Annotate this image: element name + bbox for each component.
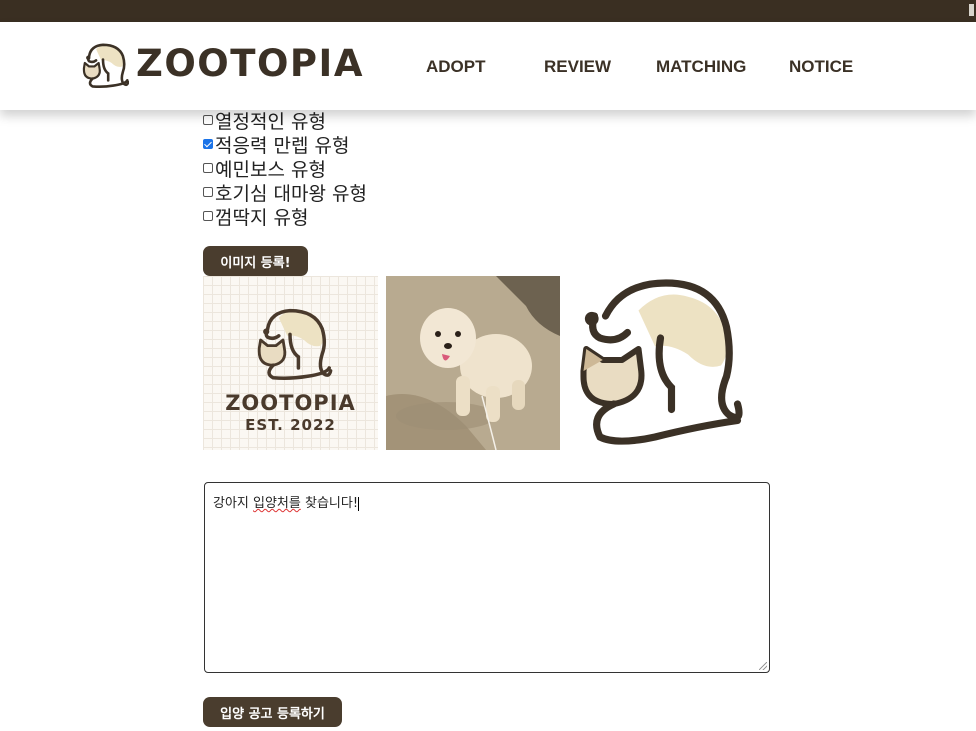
personality-checkbox-group: 열정적인 유형 적응력 만렙 유형 예민보스 유형 호기심 대마왕 유형 껌딱지… (203, 108, 367, 229)
dog-cat-logo-icon (580, 279, 743, 445)
option-curious[interactable]: 호기심 대마왕 유형 (203, 180, 367, 205)
option-label: 예민보스 유형 (215, 158, 326, 181)
description-textarea[interactable]: 강아지 입양처를 찾습니다! (204, 482, 770, 673)
dog-cat-logo-icon (82, 43, 129, 88)
option-passionate[interactable]: 열정적인 유형 (203, 108, 367, 133)
checkbox[interactable] (203, 211, 213, 221)
nav-matching[interactable]: MATCHING (656, 57, 746, 77)
option-label: 열정적인 유형 (215, 110, 326, 133)
thumbnail-logo-large (578, 272, 743, 448)
resize-grip-icon[interactable] (759, 662, 767, 670)
option-label: 호기심 대마왕 유형 (215, 182, 367, 205)
description-text-misspelled: 입양처를 (253, 496, 301, 511)
nav-review[interactable]: REVIEW (544, 57, 611, 77)
description-text-suffix: 찾습니다! (300, 496, 359, 511)
scrollbar-edge (969, 4, 974, 16)
site-header: ZOOTOPIA ADOPT REVIEW MATCHING NOTICE (0, 22, 976, 110)
nav-adopt[interactable]: ADOPT (426, 57, 486, 77)
dog-cat-logo-icon (257, 308, 333, 381)
option-sensitive[interactable]: 예민보스 유형 (203, 156, 367, 181)
option-label: 적응력 만렙 유형 (215, 134, 350, 157)
checkbox[interactable] (203, 163, 213, 173)
checkbox[interactable] (203, 115, 213, 125)
nav-notice[interactable]: NOTICE (789, 57, 853, 77)
upload-image-button[interactable]: 이미지 등록! (203, 246, 308, 276)
option-adaptable[interactable]: 적응력 만렙 유형 (203, 132, 367, 157)
submit-adoption-post-button[interactable]: 입양 공고 등록하기 (203, 697, 342, 727)
logo-card-subtitle: EST. 2022 (245, 416, 336, 434)
logo-text: ZOOTOPIA (136, 41, 364, 85)
checkbox[interactable] (203, 187, 213, 197)
logo[interactable]: ZOOTOPIA (77, 37, 364, 89)
dog-photo-image (386, 276, 560, 450)
thumbnail-logo-card: ZOOTOPIA EST. 2022 (203, 276, 378, 450)
description-text-prefix: 강아지 (213, 496, 254, 511)
option-clingy[interactable]: 껌딱지 유형 (203, 204, 367, 229)
option-label: 껌딱지 유형 (215, 206, 309, 229)
top-strip (0, 0, 976, 22)
text-caret (358, 496, 360, 511)
thumbnail-dog-photo (386, 276, 560, 450)
logo-card-title: ZOOTOPIA (225, 391, 356, 415)
checkbox-checked[interactable] (203, 139, 213, 149)
